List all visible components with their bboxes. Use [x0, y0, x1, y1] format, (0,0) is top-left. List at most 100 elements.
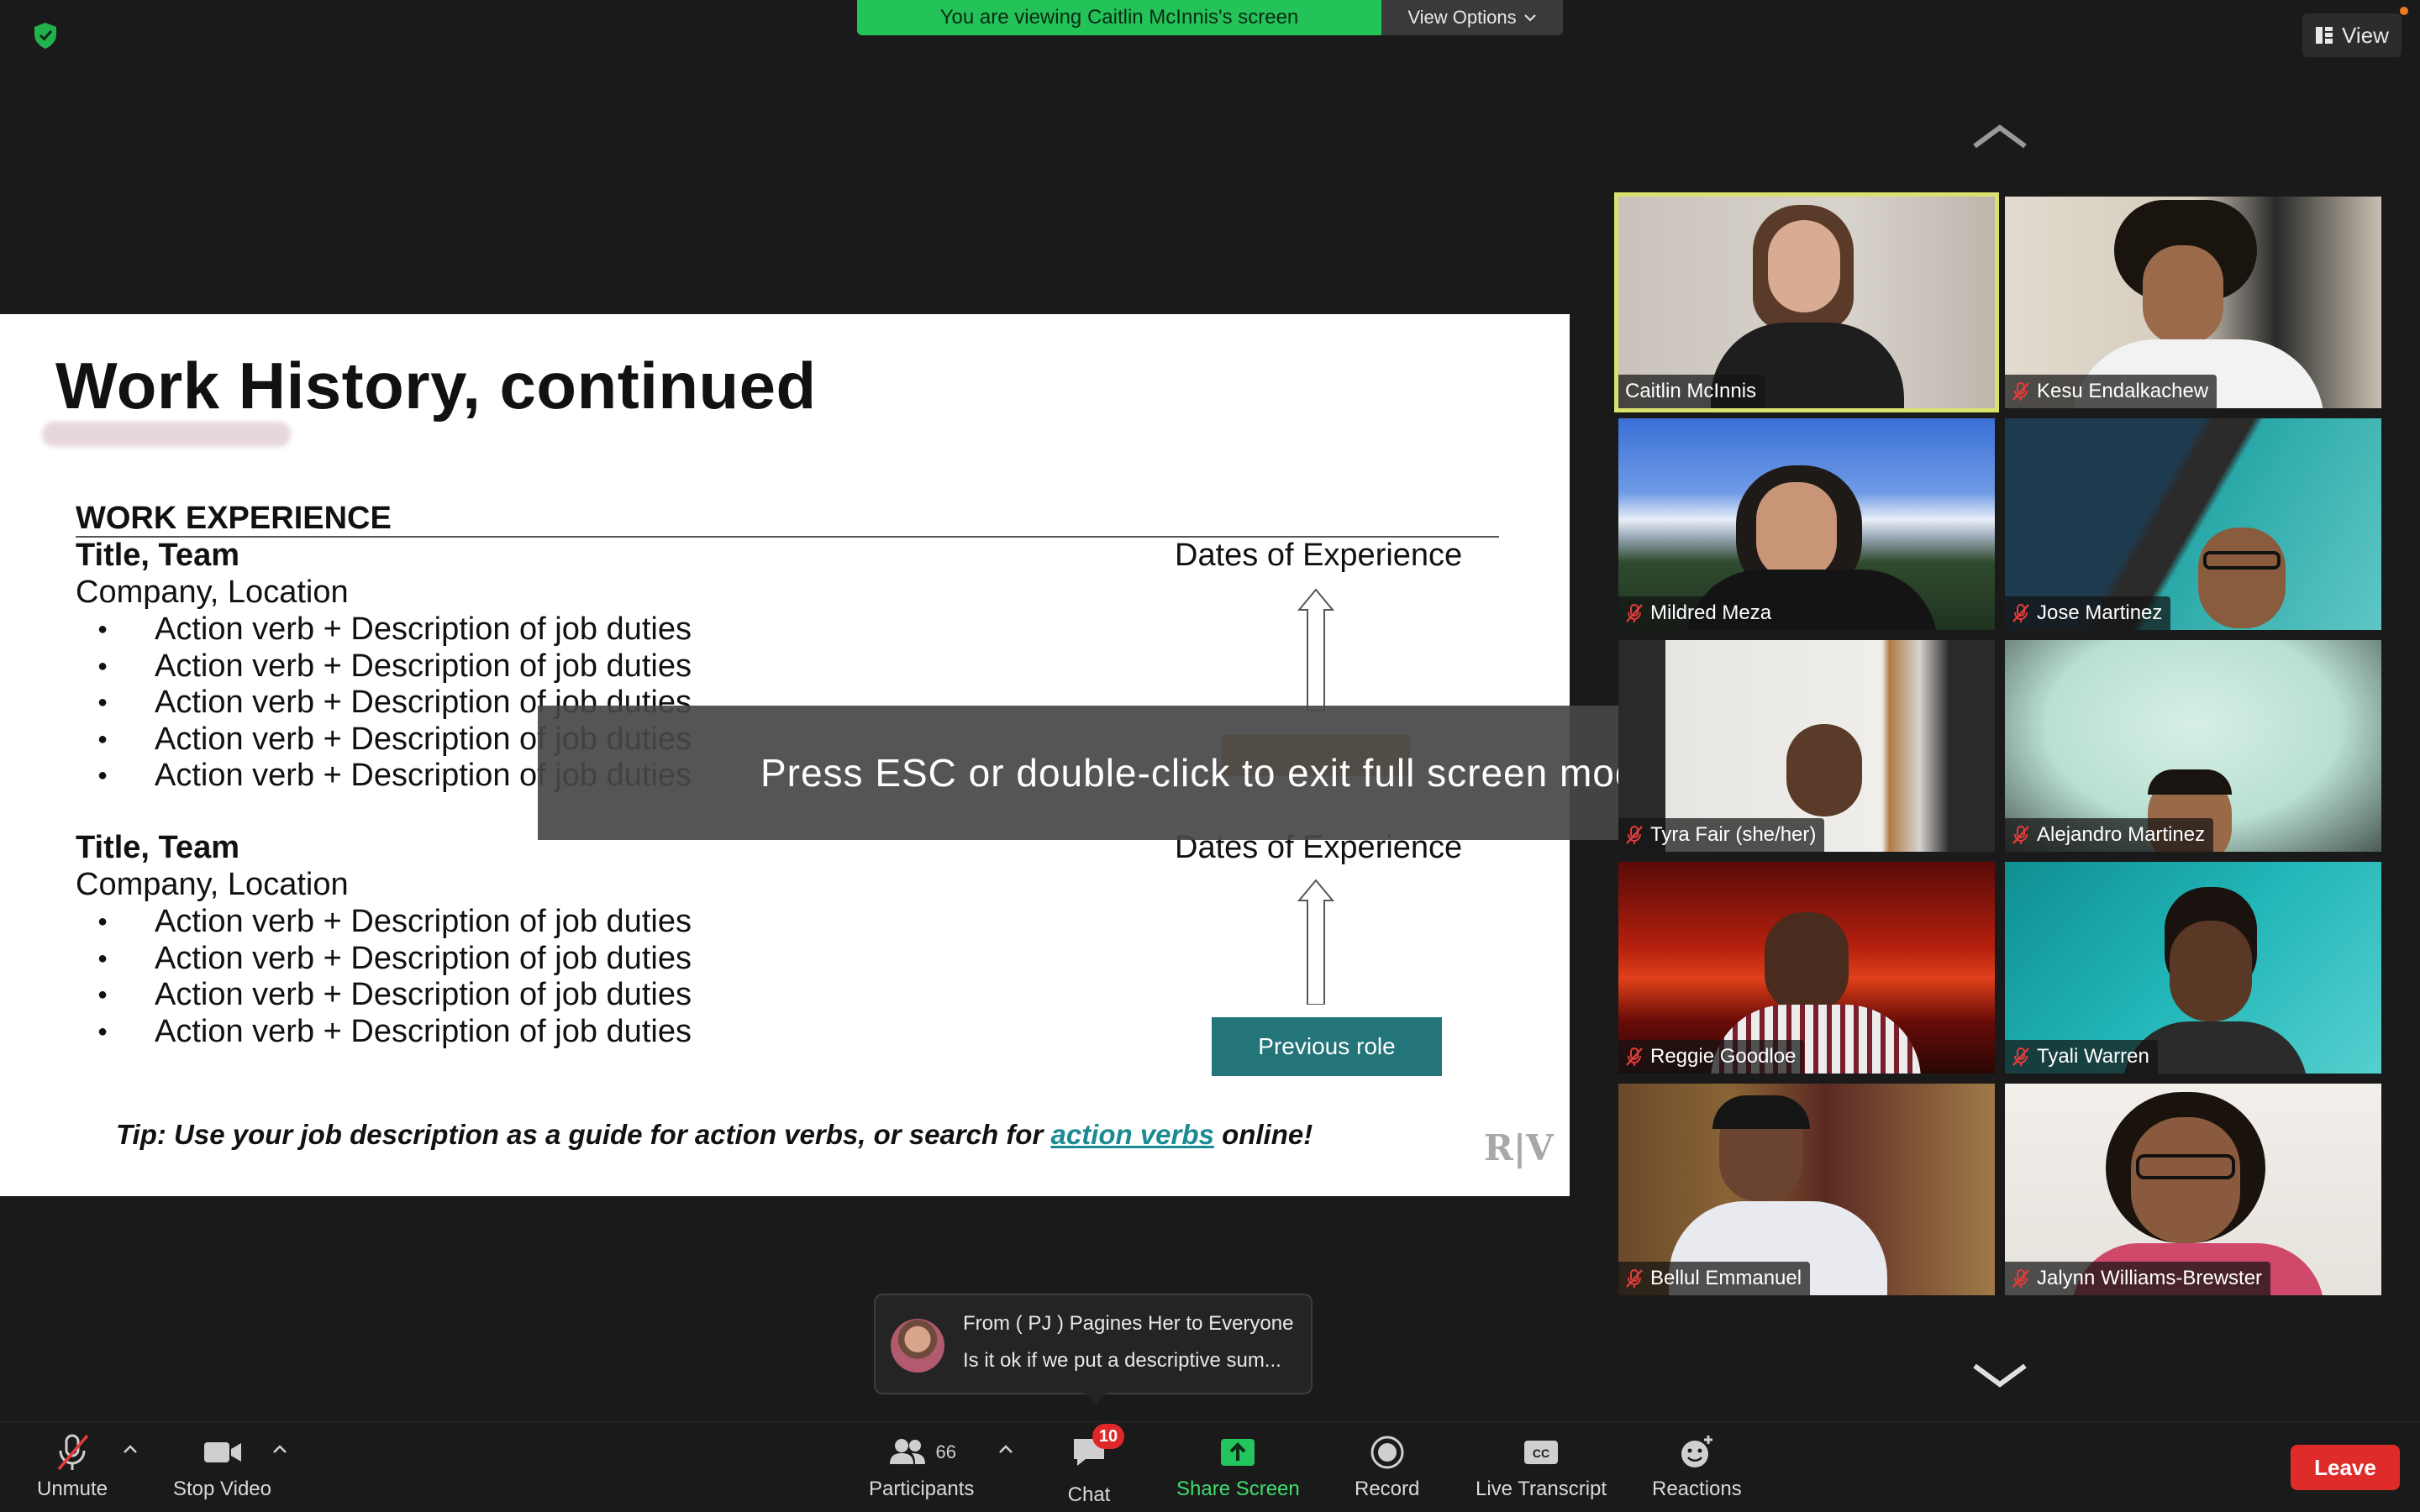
record-icon: [1370, 1436, 1404, 1469]
participants-options-caret-icon[interactable]: [997, 1442, 1015, 1456]
screen-share-banner: You are viewing Caitlin McInnis's screen…: [857, 0, 1563, 35]
reactions-button[interactable]: Reactions: [1652, 1432, 1742, 1501]
chat-notification[interactable]: From ( PJ ) Pagines Her to Everyone Is i…: [874, 1294, 1313, 1394]
chat-button[interactable]: 10 Chat: [1067, 1424, 1124, 1507]
chat-sender: From ( PJ ) Pagines Her to Everyone: [963, 1312, 1294, 1335]
sender-avatar: [891, 1319, 944, 1373]
muted-mic-icon: [1626, 1269, 1643, 1288]
chat-icon-wrap: 10: [1067, 1424, 1124, 1478]
slide-tip: Tip: Use your job description as a guide…: [116, 1119, 1313, 1151]
bullet-item: Action verb + Description of job duties: [97, 904, 692, 941]
video-tile[interactable]: Caitlin McInnis: [1614, 192, 1999, 412]
participant-face: [1768, 220, 1840, 312]
muted-mic-icon: [1626, 826, 1643, 844]
video-tile[interactable]: Tyali Warren: [2005, 862, 2381, 1074]
participant-name-tag: Kesu Endalkachew: [2005, 375, 2217, 408]
stop-video-label: Stop Video: [173, 1478, 271, 1500]
action-verbs-link[interactable]: action verbs: [1050, 1119, 1213, 1150]
security-shield-icon[interactable]: [30, 20, 60, 50]
chat-label: Chat: [1067, 1483, 1111, 1506]
participants-button[interactable]: 66 Participants: [869, 1432, 974, 1501]
section-heading: WORK EXPERIENCE: [76, 501, 392, 536]
video-tile[interactable]: Mildred Meza: [1618, 418, 1995, 630]
muted-mic-icon: [1626, 604, 1643, 622]
participant-name: Bellul Emmanuel: [1650, 1267, 1802, 1289]
participant-name-tag: Mildred Meza: [1618, 596, 1781, 630]
participants-label: Participants: [869, 1478, 975, 1500]
participant-face: [1786, 724, 1862, 816]
bullet-item: Action verb + Description of job duties: [97, 977, 692, 1014]
stop-video-button[interactable]: Stop Video: [173, 1432, 271, 1501]
video-tile[interactable]: Kesu Endalkachew: [2005, 197, 2381, 408]
view-options-button[interactable]: View Options: [1381, 0, 1563, 35]
video-tile[interactable]: Alejandro Martinez: [2005, 640, 2381, 852]
participant-name: Jalynn Williams-Brewster: [2037, 1267, 2263, 1289]
participant-name-tag: Tyra Fair (she/her): [1618, 818, 1825, 852]
participant-name: Jose Martinez: [2037, 601, 2163, 624]
up-arrow-icon: [1297, 879, 1334, 1005]
participant-name: Tyra Fair (she/her): [1650, 823, 1817, 846]
muted-mic-icon: [2012, 1047, 2029, 1066]
viewing-screen-label: You are viewing Caitlin McInnis's screen: [857, 0, 1381, 35]
participant-face: [1756, 482, 1837, 580]
reactions-label: Reactions: [1652, 1478, 1742, 1500]
participant-name-tag: Jose Martinez: [2005, 596, 2171, 630]
svg-text:CC: CC: [1533, 1446, 1549, 1460]
live-transcript-button[interactable]: CC Live Transcript: [1476, 1432, 1607, 1501]
bullet-item: Action verb + Description of job duties: [97, 1014, 692, 1051]
view-button-label: View: [2342, 22, 2389, 48]
participant-name: Kesu Endalkachew: [2037, 380, 2209, 402]
participant-face: [2170, 921, 2252, 1021]
video-tile[interactable]: Tyra Fair (she/her): [1618, 640, 1995, 852]
zoom-window: You are viewing Caitlin McInnis's screen…: [0, 0, 2420, 1512]
participants-icon: [890, 1439, 926, 1464]
muted-mic-icon: [2012, 382, 2029, 401]
meeting-toolbar: Unmute Stop Video 66 Participants 10 Cha…: [0, 1421, 2420, 1512]
bullet-item: Action verb + Description of job duties: [97, 648, 692, 685]
muted-mic-icon: [2012, 604, 2029, 622]
gallery-next-chevron-icon[interactable]: [1970, 1361, 2030, 1391]
rv-logo: R|V: [1484, 1127, 1554, 1168]
muted-mic-icon: [2012, 826, 2029, 844]
role-2-bullets: Action verb + Description of job duties …: [97, 904, 692, 1050]
participant-name: Caitlin McInnis: [1625, 380, 1757, 402]
video-tile[interactable]: Reggie Goodloe: [1618, 862, 1995, 1074]
participant-name: Reggie Goodloe: [1650, 1045, 1797, 1068]
participant-name: Alejandro Martinez: [2037, 823, 2206, 846]
tip-suffix: online!: [1213, 1119, 1313, 1150]
record-button[interactable]: Record: [1355, 1432, 1419, 1501]
chat-notification-tail: [1084, 1393, 1107, 1404]
view-layout-button[interactable]: View: [2302, 13, 2402, 57]
view-options-label: View Options: [1407, 7, 1517, 28]
role-1-dates: Dates of Experience: [1175, 538, 1463, 573]
participant-name: Mildred Meza: [1650, 601, 1772, 624]
video-options-caret-icon[interactable]: [271, 1442, 289, 1456]
bullet-item: Action verb + Description of job duties: [97, 941, 692, 978]
muted-mic-icon: [57, 1434, 89, 1471]
smiley-add-icon: [1681, 1436, 1713, 1467]
participant-name-tag: Bellul Emmanuel: [1618, 1262, 1811, 1295]
share-screen-button[interactable]: Share Screen: [1176, 1432, 1300, 1501]
slide-title: Work History, continued: [55, 349, 817, 423]
participants-count: 66: [935, 1441, 956, 1462]
video-tile[interactable]: Bellul Emmanuel: [1618, 1084, 1995, 1295]
role-1-company: Company, Location: [76, 575, 349, 610]
role-2-company: Company, Location: [76, 867, 349, 902]
video-tile[interactable]: Jalynn Williams-Brewster: [2005, 1084, 2381, 1295]
bullet-item: Action verb + Description of job duties: [97, 612, 692, 648]
role-2-title: Title, Team: [76, 830, 239, 865]
participants-icon-row: 66: [886, 1432, 956, 1473]
leave-button[interactable]: Leave: [2291, 1445, 2400, 1490]
gallery-prev-chevron-icon[interactable]: [1970, 121, 2030, 151]
audio-options-caret-icon[interactable]: [121, 1442, 139, 1456]
grid-layout-icon: [2316, 27, 2333, 44]
unmute-button[interactable]: Unmute: [37, 1432, 108, 1501]
share-screen-label: Share Screen: [1176, 1478, 1300, 1500]
video-tile[interactable]: Jose Martinez: [2005, 418, 2381, 630]
participant-name-tag: Reggie Goodloe: [1618, 1040, 1805, 1074]
participant-name-tag: Caitlin McInnis: [1618, 375, 1765, 408]
title-underline-smudge: [42, 422, 291, 447]
participant-name-tag: Alejandro Martinez: [2005, 818, 2214, 852]
live-transcript-label: Live Transcript: [1476, 1478, 1607, 1500]
participant-hair: [1712, 1095, 1810, 1129]
